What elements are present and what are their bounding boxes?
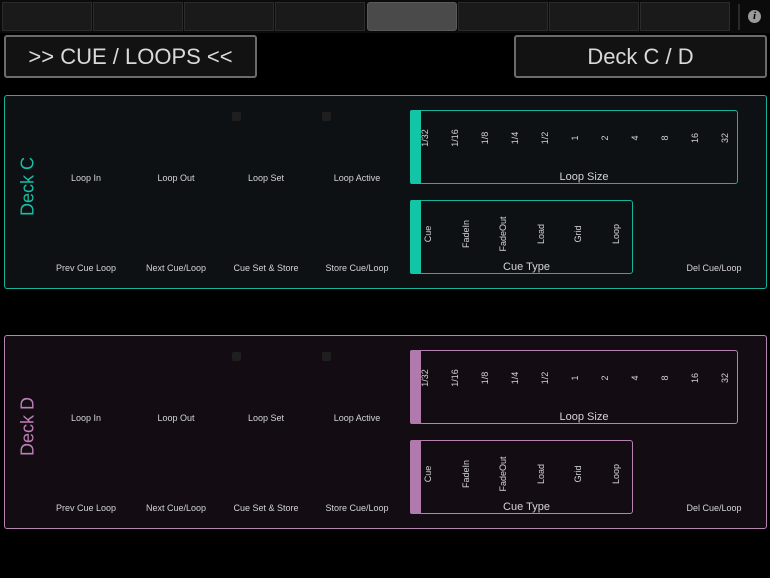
loop-size-option[interactable]: 1/4 [510, 108, 520, 168]
tab-separator [738, 4, 740, 30]
loop-size-option[interactable]: 1/16 [450, 348, 460, 408]
cue-type-option[interactable]: FadeOut [498, 204, 508, 264]
deck-d-label: Deck D [17, 397, 38, 457]
loop-size-selector[interactable]: 1/32 1/16 1/8 1/4 1/2 1 2 4 8 16 32 Loop… [410, 350, 738, 424]
loop-active-led [322, 112, 331, 121]
tab-2[interactable] [93, 2, 183, 31]
store-cue-loop-button[interactable]: Store Cue/Loop [307, 503, 407, 513]
loop-size-option[interactable]: 1/32 [420, 108, 430, 168]
loop-size-option[interactable]: 4 [630, 348, 640, 408]
tab-8[interactable] [640, 2, 730, 31]
cue-type-title: Cue Type [503, 501, 550, 513]
loop-size-option[interactable]: 8 [660, 108, 670, 168]
loop-size-option[interactable]: 32 [720, 108, 730, 168]
loop-size-option[interactable]: 32 [720, 348, 730, 408]
tab-1[interactable] [2, 2, 92, 31]
loop-size-option[interactable]: 1 [570, 348, 580, 408]
tab-7[interactable] [549, 2, 639, 31]
loop-size-option[interactable]: 2 [600, 348, 610, 408]
cue-type-option[interactable]: FadeIn [461, 204, 471, 264]
loop-size-option[interactable]: 8 [660, 348, 670, 408]
cue-loops-page-button[interactable]: >> CUE / LOOPS << [4, 35, 257, 78]
loop-size-option[interactable]: 1/8 [480, 348, 490, 408]
loop-size-option[interactable]: 1 [570, 108, 580, 168]
prev-cue-loop-button[interactable]: Prev Cue Loop [36, 503, 136, 513]
deck-cd-toggle-button[interactable]: Deck C / D [514, 35, 767, 78]
loop-out-button[interactable]: Loop Out [126, 413, 226, 423]
next-cue-loop-button[interactable]: Next Cue/Loop [126, 263, 226, 273]
cue-set-store-button[interactable]: Cue Set & Store [216, 503, 316, 513]
cue-type-option[interactable]: FadeOut [498, 444, 508, 504]
cue-type-option[interactable]: Loop [611, 204, 621, 264]
info-icon[interactable]: i [748, 10, 761, 23]
loop-active-led [322, 352, 331, 361]
loop-size-option[interactable]: 16 [690, 108, 700, 168]
del-cue-loop-button[interactable]: Del Cue/Loop [664, 263, 764, 273]
loop-size-option[interactable]: 2 [600, 108, 610, 168]
loop-size-option[interactable]: 1/4 [510, 348, 520, 408]
tab-4[interactable] [275, 2, 365, 31]
cue-type-option[interactable]: Grid [573, 444, 583, 504]
tab-bar: i [0, 0, 770, 33]
loop-active-button[interactable]: Loop Active [307, 413, 407, 423]
loop-size-option[interactable]: 1/2 [540, 108, 550, 168]
loop-active-button[interactable]: Loop Active [307, 173, 407, 183]
store-cue-loop-button[interactable]: Store Cue/Loop [307, 263, 407, 273]
cue-type-option[interactable]: Loop [611, 444, 621, 504]
loop-set-button[interactable]: Loop Set [216, 413, 316, 423]
cue-type-selector[interactable]: Cue FadeIn FadeOut Load Grid Loop Cue Ty… [410, 200, 633, 274]
cue-type-option[interactable]: Cue [423, 444, 433, 504]
loop-out-button[interactable]: Loop Out [126, 173, 226, 183]
prev-cue-loop-button[interactable]: Prev Cue Loop [36, 263, 136, 273]
cue-set-store-button[interactable]: Cue Set & Store [216, 263, 316, 273]
cue-type-option[interactable]: Load [536, 444, 546, 504]
loop-set-button[interactable]: Loop Set [216, 173, 316, 183]
loop-size-selector[interactable]: 1/32 1/16 1/8 1/4 1/2 1 2 4 8 16 32 Loop… [410, 110, 738, 184]
cue-type-option[interactable]: FadeIn [461, 444, 471, 504]
loop-size-option[interactable]: 1/32 [420, 348, 430, 408]
tab-5-active[interactable] [367, 2, 457, 31]
loop-size-title: Loop Size [559, 171, 609, 183]
loop-size-option[interactable]: 1/2 [540, 348, 550, 408]
loop-size-option[interactable]: 16 [690, 348, 700, 408]
cue-type-title: Cue Type [503, 261, 550, 273]
tab-3[interactable] [184, 2, 274, 31]
loop-set-led [232, 352, 241, 361]
tab-6[interactable] [458, 2, 548, 31]
deck-c-label: Deck C [17, 157, 38, 217]
deck-d-panel: Deck D Loop In Loop Out Loop Set Loop Ac… [4, 335, 767, 529]
loop-in-button[interactable]: Loop In [36, 413, 136, 423]
loop-set-led [232, 112, 241, 121]
loop-size-title: Loop Size [559, 411, 609, 423]
next-cue-loop-button[interactable]: Next Cue/Loop [126, 503, 226, 513]
deck-c-panel: Deck C Loop In Loop Out Loop Set Loop Ac… [4, 95, 767, 289]
cue-type-indicator [410, 440, 421, 514]
loop-in-button[interactable]: Loop In [36, 173, 136, 183]
cue-type-option[interactable]: Cue [423, 204, 433, 264]
loop-size-option[interactable]: 4 [630, 108, 640, 168]
loop-size-option[interactable]: 1/16 [450, 108, 460, 168]
del-cue-loop-button[interactable]: Del Cue/Loop [664, 503, 764, 513]
loop-size-option[interactable]: 1/8 [480, 108, 490, 168]
cue-type-indicator [410, 200, 421, 274]
cue-type-option[interactable]: Grid [573, 204, 583, 264]
cue-type-option[interactable]: Load [536, 204, 546, 264]
cue-type-selector[interactable]: Cue FadeIn FadeOut Load Grid Loop Cue Ty… [410, 440, 633, 514]
